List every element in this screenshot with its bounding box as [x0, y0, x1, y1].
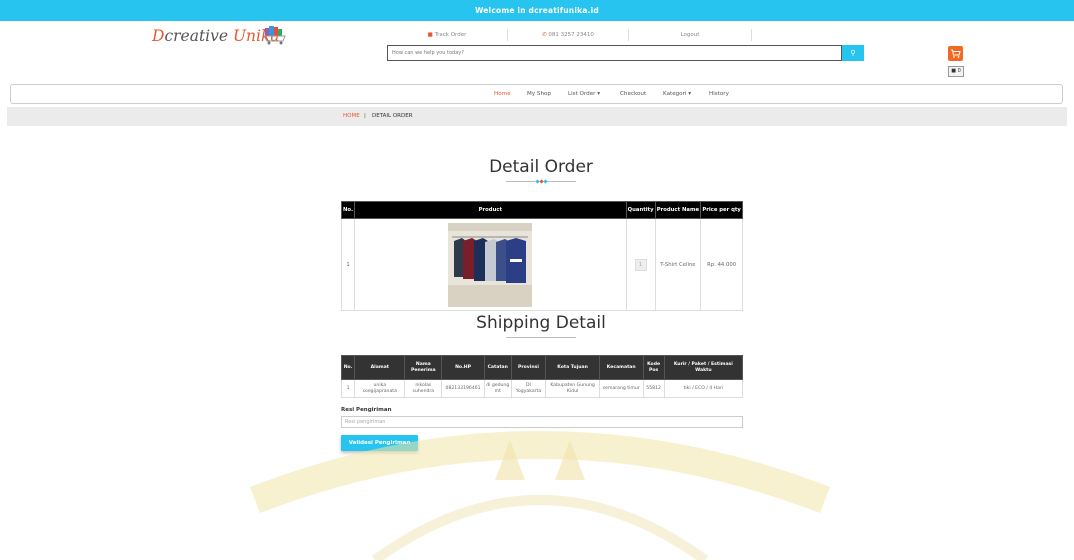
cart-button[interactable] [948, 46, 963, 61]
shipping-table: No. Alamat Nama Penerima No.HP Catatan P… [340, 355, 744, 398]
table-cell: DI Yogyakarta [510, 379, 547, 398]
breadcrumb-home[interactable]: HOME [343, 107, 360, 126]
site-logo[interactable]: Dcreative Unika [152, 27, 280, 45]
welcome-banner: Welcome in dcreatifunika.id [0, 0, 1074, 21]
column-header: Nama Penerima [404, 355, 443, 380]
nav-list-order[interactable]: List Order ▾ [568, 85, 600, 103]
table-cell: Kabupaten Gunung Kidul [545, 379, 600, 398]
table-cell: 082133196461 [441, 379, 485, 398]
order-table: No. Product Quantity Product Name Price … [340, 201, 743, 311]
column-header: Alamat [354, 355, 406, 380]
product-name: T-Shirt Celine [654, 218, 702, 311]
shipping-detail-title: Shipping Detail [476, 313, 606, 333]
column-header: Provinsi [510, 355, 547, 380]
cart-icon [951, 49, 961, 58]
column-header: No. [340, 355, 356, 380]
column-header: Kode Pos [642, 355, 665, 380]
column-header: Kota Tujuan [545, 355, 600, 380]
watermark-logo [249, 431, 831, 560]
column-header: Kurir / Paket / Estimasi Waktu [663, 355, 744, 380]
column-header: No.HP [441, 355, 485, 380]
title-divider [506, 337, 576, 338]
column-header: Product Name [654, 201, 702, 219]
nav-home[interactable]: Home [494, 85, 511, 103]
main-navbar: Home My Shop List Order ▾ Checkout Kateg… [10, 84, 1063, 104]
column-header: Quantity [625, 201, 656, 219]
search-button[interactable]: ⚲ [842, 45, 864, 61]
nav-my-shop[interactable]: My Shop [527, 85, 551, 103]
table-cell: semarang timur [598, 379, 644, 398]
divider [751, 29, 752, 41]
breadcrumb: HOME | DETAIL ORDER [7, 107, 1067, 126]
table-cell: di gedung mt [483, 379, 512, 398]
search-icon: ⚲ [850, 49, 856, 57]
shopping-cart-logo-icon [263, 26, 286, 45]
bag-icon: ■ [951, 68, 956, 74]
phone-icon: ✆ [542, 32, 547, 38]
table-cell: unika soegijapranata [354, 379, 406, 398]
row-number: 1 [340, 218, 356, 311]
track-order-label: Track Order [434, 32, 467, 38]
logo-text-creative: creative [164, 27, 233, 45]
table-cell: 1 [340, 379, 356, 398]
nav-history[interactable]: History [709, 85, 729, 103]
table-cell: nikolas suhendra [404, 379, 443, 398]
nav-checkout[interactable]: Checkout [620, 85, 646, 103]
logout-link[interactable]: Logout [629, 29, 751, 41]
column-header: Kecamatan [598, 355, 644, 380]
table-row: 1 1 T-Shirt Celine Rp. 44.000 [340, 218, 743, 311]
table-cell: 55812 [642, 379, 665, 398]
track-order-link[interactable]: ■ Track Order [387, 29, 507, 41]
phone-link[interactable]: ✆ 081 3257 23410 [508, 29, 628, 41]
breadcrumb-current: DETAIL ORDER [372, 113, 413, 119]
validate-shipping-button[interactable]: Validasi Pengiriman [341, 435, 418, 451]
product-image-cell [354, 218, 627, 311]
logo-letter-d: D [152, 27, 165, 45]
product-image [448, 222, 533, 307]
detail-order-title: Detail Order [489, 157, 593, 177]
top-links: ■ Track Order ✆ 081 3257 23410 Logout [387, 29, 752, 41]
resi-label: Resi Pengiriman [341, 407, 392, 413]
resi-input[interactable]: Resi pengiriman [341, 416, 743, 428]
nav-kategori[interactable]: Kategori ▾ [663, 85, 691, 103]
column-header: Price per qty [700, 201, 743, 219]
column-header: Catatan [483, 355, 512, 380]
quantity-value[interactable]: 1 [634, 258, 647, 271]
table-header-row: No. Product Quantity Product Name Price … [340, 201, 743, 219]
search-input[interactable]: How can we help you today? [387, 45, 842, 61]
title-divider-right [547, 181, 576, 182]
breadcrumb-separator: | [364, 113, 366, 119]
truck-icon: ■ [427, 32, 433, 38]
title-divider-left [506, 181, 535, 182]
column-header: No. [340, 201, 356, 219]
table-cell: tiki / ECO / 4 Hari [663, 379, 744, 398]
cart-count: 0 [957, 68, 961, 74]
phone-label: 081 3257 23410 [548, 32, 594, 38]
column-header: Product [354, 201, 627, 219]
table-header-row: No. Alamat Nama Penerima No.HP Catatan P… [340, 355, 744, 380]
product-price: Rp. 44.000 [700, 218, 743, 311]
quantity-cell: 1 [625, 218, 656, 311]
divider-dot [543, 179, 548, 184]
table-row: 1 unika soegijapranata nikolas suhendra … [340, 379, 744, 398]
cart-count-badge[interactable]: ■ 0 [948, 66, 964, 77]
